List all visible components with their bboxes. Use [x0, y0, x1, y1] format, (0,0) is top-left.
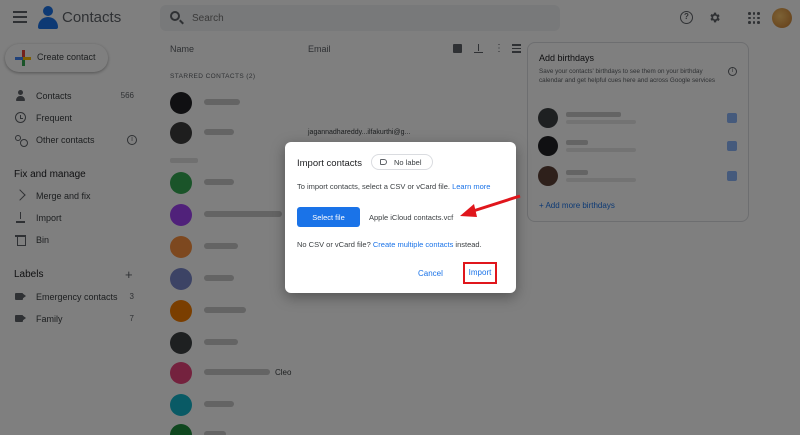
- annotation-arrow-icon: [460, 194, 521, 217]
